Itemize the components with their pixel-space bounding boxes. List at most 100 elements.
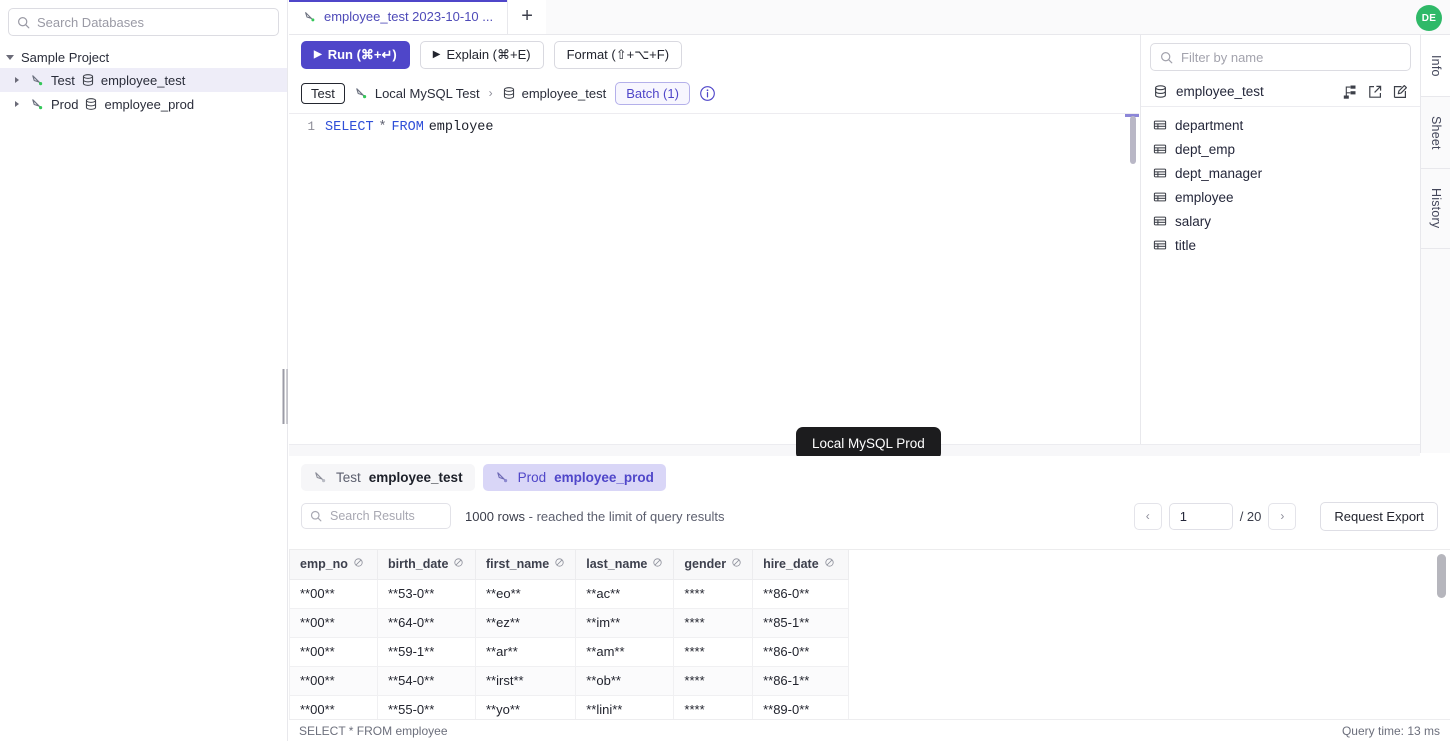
cell[interactable]: **00** <box>289 636 378 667</box>
sidebar-item-prod-env: Prod <box>51 96 79 112</box>
chevron-right-icon[interactable] <box>14 75 24 85</box>
cell[interactable]: **54-0** <box>377 665 476 696</box>
cell[interactable]: **** <box>673 665 754 696</box>
cell[interactable]: **00** <box>289 694 378 719</box>
request-export-button[interactable]: Request Export <box>1320 501 1438 531</box>
table-row[interactable]: **00** **64-0** **ez** **im** **** **85-… <box>289 607 850 638</box>
connection-icon <box>30 97 45 112</box>
column-header-emp_no[interactable]: emp_no <box>289 550 378 580</box>
edit-icon[interactable] <box>1391 83 1408 100</box>
result-tab-test[interactable]: Test employee_test <box>301 463 475 491</box>
cell[interactable]: **00** <box>289 665 378 696</box>
cell[interactable]: **85-1** <box>752 607 850 638</box>
cell[interactable]: **** <box>673 607 754 638</box>
schema-table-item[interactable]: dept_emp <box>1141 137 1420 161</box>
masked-icon <box>824 557 835 571</box>
cell[interactable]: **86-0** <box>752 578 850 609</box>
cell[interactable]: **** <box>673 694 754 719</box>
format-button[interactable]: Format (⇧+⌥+F) <box>553 40 683 69</box>
cell[interactable]: **64-0** <box>377 607 476 638</box>
next-page-button[interactable]: › <box>1268 502 1297 530</box>
cell[interactable]: **eo** <box>474 578 577 609</box>
cell[interactable]: **ez** <box>474 607 577 638</box>
cell[interactable]: **** <box>673 578 754 609</box>
app-root: Search Databases Sample Project Test emp… <box>0 0 1450 741</box>
editor-scrollbar[interactable] <box>1130 116 1136 164</box>
column-header-last_name[interactable]: last_name <box>575 550 675 580</box>
code-line-1: 1 SELECT * FROM employee <box>289 114 1139 135</box>
column-header-birth_date[interactable]: birth_date <box>377 550 476 580</box>
tab-info[interactable]: Info <box>1421 35 1450 97</box>
sheet-tab-active[interactable]: employee_test 2023-10-10 ... <box>289 0 509 34</box>
cell[interactable]: **89-0** <box>752 694 850 719</box>
cell[interactable]: **im** <box>575 607 675 638</box>
batch-pill[interactable]: Batch (1) <box>615 81 690 105</box>
schema-table-item[interactable]: dept_manager <box>1141 161 1420 185</box>
table-row[interactable]: **00** **53-0** **eo** **ac** **** **86-… <box>289 578 850 609</box>
cell[interactable]: **yo** <box>474 694 577 719</box>
explain-button[interactable]: ▶ Explain (⌘+E) <box>419 40 544 69</box>
open-external-icon[interactable] <box>1366 83 1383 100</box>
breadcrumb-database[interactable]: employee_test <box>502 86 606 101</box>
tab-sheet[interactable]: Sheet <box>1421 97 1450 169</box>
table-row[interactable]: **00** **55-0** **yo** **lini** **** **8… <box>289 694 850 719</box>
new-tab-button[interactable]: + <box>508 0 547 34</box>
cell[interactable]: **55-0** <box>377 694 476 719</box>
avatar[interactable]: DE <box>1416 5 1442 31</box>
row-count: 1000 rows <box>465 508 525 524</box>
cell[interactable]: **ob** <box>575 665 675 696</box>
cell[interactable]: **irst** <box>474 665 577 696</box>
schema-diagram-icon[interactable] <box>1341 83 1358 100</box>
schema-table-name: salary <box>1175 213 1212 229</box>
sql-keyword-select: SELECT <box>325 120 374 135</box>
schema-table-item[interactable]: title <box>1141 233 1420 257</box>
sidebar-item-prod[interactable]: Prod employee_prod <box>0 92 287 116</box>
cell[interactable]: **00** <box>289 607 378 638</box>
table-row[interactable]: **00** **54-0** **irst** **ob** **** **8… <box>289 665 850 696</box>
cell[interactable]: **am** <box>575 636 675 667</box>
cell[interactable]: **86-0** <box>752 636 850 667</box>
results-grid[interactable]: emp_no birth_date first_name last_name g… <box>289 549 1450 719</box>
tree-project-row[interactable]: Sample Project <box>0 46 287 68</box>
search-icon <box>1160 51 1173 64</box>
schema-table-item[interactable]: department <box>1141 113 1420 137</box>
column-header-hire_date[interactable]: hire_date <box>752 550 850 580</box>
cell[interactable]: **59-1** <box>377 636 476 667</box>
play-icon: ▶ <box>314 48 322 60</box>
schema-table-item[interactable]: employee <box>1141 185 1420 209</box>
chevron-right-icon[interactable] <box>14 99 24 109</box>
filter-by-name-input[interactable]: Filter by name <box>1150 43 1411 71</box>
prev-page-button[interactable]: ‹ <box>1133 502 1162 530</box>
column-header-gender[interactable]: gender <box>673 550 754 580</box>
schema-table-item[interactable]: salary <box>1141 209 1420 233</box>
cell[interactable]: **lini** <box>575 694 675 719</box>
database-icon <box>84 97 98 111</box>
results-table-body: **00** **53-0** **eo** **ac** **** **86-… <box>289 578 850 719</box>
cell[interactable]: **53-0** <box>377 578 476 609</box>
search-databases-input[interactable]: Search Databases <box>8 8 279 36</box>
cell[interactable]: **00** <box>289 578 378 609</box>
result-tab-prod[interactable]: Prod employee_prod <box>482 463 666 491</box>
cell[interactable]: **** <box>673 636 754 667</box>
info-icon[interactable] <box>699 85 716 102</box>
search-results-input[interactable]: Search Results <box>301 503 451 529</box>
sidebar-item-test[interactable]: Test employee_test <box>0 68 287 92</box>
run-button[interactable]: ▶ Run (⌘+↵) <box>301 40 410 69</box>
chevron-down-icon[interactable] <box>6 52 16 62</box>
table-row[interactable]: **00** **59-1** **ar** **am** **** **86-… <box>289 636 850 667</box>
breadcrumb-connection[interactable]: Local MySQL Test <box>354 86 480 101</box>
sql-editor[interactable]: 1 SELECT * FROM employee <box>289 113 1139 453</box>
schema-database-header[interactable]: employee_test <box>1141 77 1420 107</box>
cell[interactable]: **86-1** <box>752 665 850 696</box>
cell[interactable]: **ac** <box>575 578 675 609</box>
tab-history[interactable]: History <box>1421 169 1450 249</box>
column-label: gender <box>684 557 727 572</box>
grid-scrollbar[interactable] <box>1437 554 1446 598</box>
column-header-first_name[interactable]: first_name <box>474 550 577 580</box>
database-icon <box>1153 84 1168 99</box>
env-pill[interactable]: Test <box>301 82 345 104</box>
schema-table-name: title <box>1175 237 1197 253</box>
page-number-input[interactable]: 1 <box>1168 502 1233 530</box>
cell[interactable]: **ar** <box>474 636 577 667</box>
results-toolbar: Search Results 1000 rows - reached the l… <box>289 497 1450 535</box>
